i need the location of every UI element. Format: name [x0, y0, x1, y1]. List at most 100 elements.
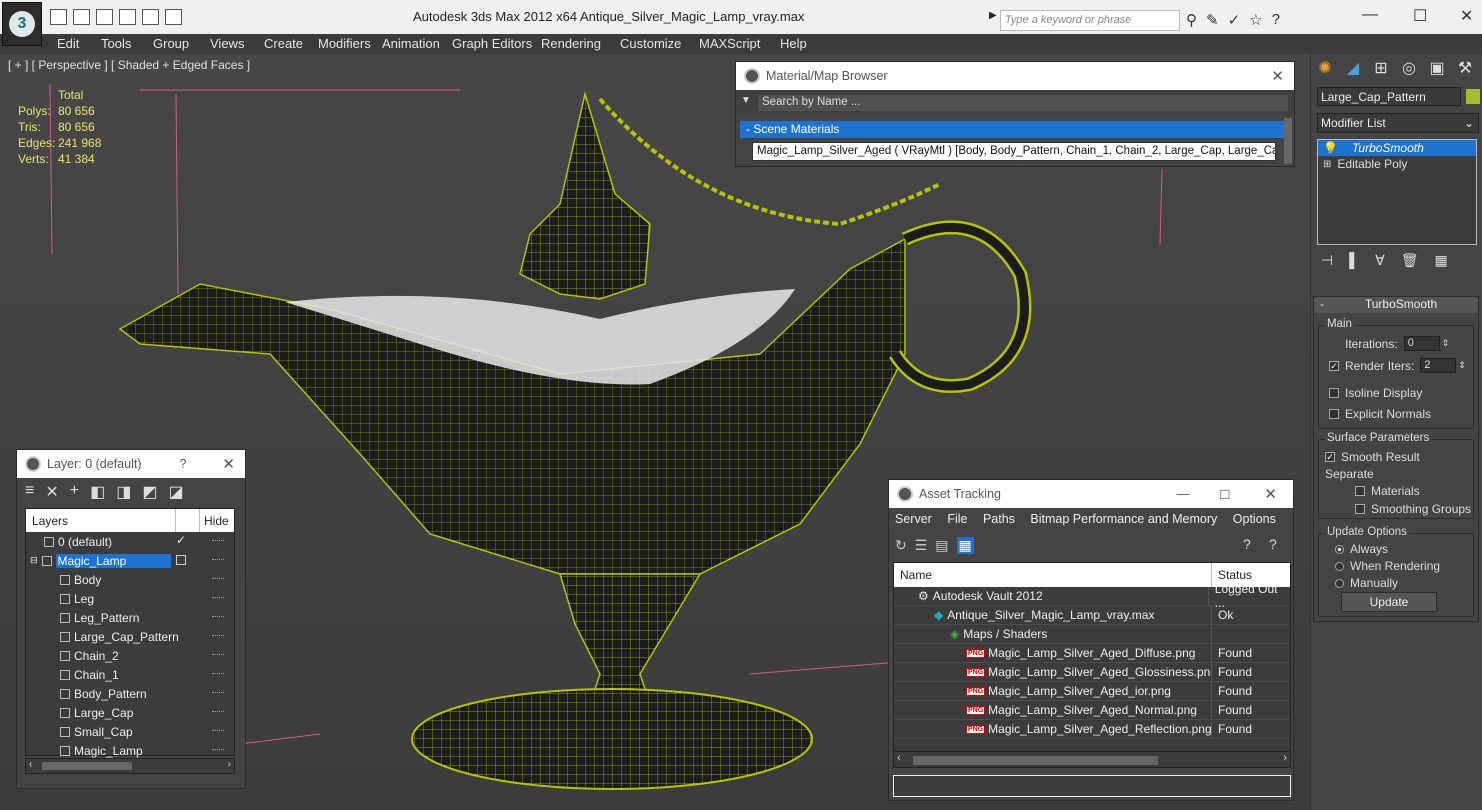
material-search-input[interactable]: Search by Name ...	[758, 95, 1288, 111]
hide-toggle[interactable]	[212, 749, 224, 752]
smooth-result-row[interactable]: ✓ Smooth Result	[1325, 450, 1420, 464]
viewport-label[interactable]: [ + ] [ Perspective ] [ Shaded + Edged F…	[8, 58, 250, 72]
manually-radio[interactable]	[1335, 578, 1344, 588]
asset-row[interactable]: ⚙ Autodesk Vault 2012 Logged Out ...	[894, 582, 1290, 610]
asset-menu-options[interactable]: Options	[1233, 512, 1276, 526]
project-icon[interactable]	[165, 9, 182, 25]
menu-help[interactable]: Help	[780, 36, 807, 51]
modifier-list-dropdown[interactable]: Modifier List ⌄	[1317, 113, 1479, 133]
options-dropdown-icon[interactable]: ▼	[741, 95, 751, 106]
menu-group[interactable]: Group	[153, 36, 189, 51]
menu-views[interactable]: Views	[210, 36, 244, 51]
maximize-icon[interactable]: ☐	[1219, 487, 1230, 502]
open-icon[interactable]	[50, 9, 67, 25]
hide-toggle[interactable]	[212, 673, 224, 676]
tree-view-icon[interactable]: ▤	[935, 537, 948, 554]
hide-toggle[interactable]	[212, 616, 224, 619]
menu-modifiers[interactable]: Modifiers	[318, 36, 371, 51]
layer-row-default[interactable]: 0 (default) ✓	[26, 532, 234, 551]
table-view-icon[interactable]: ▦	[956, 537, 974, 554]
hide-toggle[interactable]	[212, 711, 224, 714]
layer-object-row[interactable]: Body	[26, 570, 234, 589]
help-icon[interactable]: ?	[1243, 536, 1251, 552]
hide-toggle[interactable]	[212, 559, 224, 562]
iterations-spinner[interactable]: 0	[1403, 336, 1440, 351]
select-objects-icon[interactable]: ◧	[90, 482, 105, 502]
asset-menu-bitmap[interactable]: Bitmap Performance and Memory	[1030, 512, 1217, 526]
rollout-title[interactable]: - TurboSmooth	[1314, 297, 1478, 313]
layer-object-row[interactable]: Body_Pattern	[26, 684, 234, 703]
close-icon[interactable]: ✕	[1271, 67, 1284, 85]
maximize-button[interactable]: ☐	[1413, 6, 1427, 26]
spinner-arrows-icon[interactable]: ⇕	[1458, 360, 1466, 371]
list-view-icon[interactable]: ☰	[915, 537, 928, 554]
asset-hscrollbar[interactable]: ‹ ›	[893, 751, 1291, 768]
when-rendering-radio[interactable]	[1335, 561, 1344, 571]
save-icon[interactable]	[73, 9, 90, 25]
expand-icon[interactable]: ⊞	[1323, 159, 1331, 170]
explicit-normals-checkbox[interactable]	[1329, 409, 1339, 419]
scene-materials-group[interactable]: - Scene Materials	[740, 121, 1284, 138]
column-layers[interactable]: Layers	[26, 509, 176, 532]
stack-item-editable-poly[interactable]: ⊞ Editable Poly	[1318, 156, 1476, 172]
hide-toggle[interactable]	[212, 692, 224, 695]
create-tab-icon[interactable]: ✺	[1315, 58, 1335, 78]
asset-row[interactable]: PNG Magic_Lamp_Silver_Aged_Normal.png Foun…	[894, 701, 1290, 720]
close-icon[interactable]: ✕	[222, 455, 235, 473]
layer-row-magic-lamp[interactable]: ⊟ Magic_Lamp	[26, 551, 234, 570]
menu-rendering[interactable]: Rendering	[541, 36, 601, 51]
column-name[interactable]: Name	[894, 563, 1212, 587]
asset-menu-server[interactable]: Server	[895, 512, 932, 526]
minimize-button[interactable]: —	[1362, 6, 1378, 24]
help-button[interactable]: ?	[179, 457, 186, 471]
asset-menu-file[interactable]: File	[947, 512, 967, 526]
render-iters-spinner[interactable]: 2	[1420, 358, 1457, 373]
remove-modifier-icon[interactable]: 🗑	[1401, 252, 1419, 269]
display-tab-icon[interactable]: ▣	[1427, 58, 1447, 78]
freeze-all-icon[interactable]: ◪	[168, 482, 183, 502]
undo-icon[interactable]	[119, 9, 136, 25]
favorites-icon[interactable]: ☆	[1249, 11, 1262, 29]
utilities-tab-icon[interactable]: ⚒	[1455, 58, 1475, 78]
layer-object-row[interactable]: Large_Cap	[26, 703, 234, 722]
refresh-icon[interactable]: ↻	[895, 537, 907, 554]
help-icon[interactable]: ?	[1272, 11, 1280, 29]
asset-menu-paths[interactable]: Paths	[983, 512, 1015, 526]
layer-object-row[interactable]: Chain_2	[26, 646, 234, 665]
isoline-checkbox[interactable]	[1329, 388, 1339, 398]
tools-icon[interactable]: ✎	[1206, 11, 1219, 29]
redo-icon[interactable]	[142, 9, 159, 25]
asset-row[interactable]: ◆ Antique_Silver_Magic_Lamp_vray.max Ok	[894, 606, 1290, 625]
hide-all-icon[interactable]: ◩	[142, 482, 157, 502]
collapse-icon[interactable]: ⊟	[30, 555, 38, 566]
new-icon[interactable]	[96, 9, 113, 25]
smoothing-groups-checkbox[interactable]	[1355, 504, 1365, 514]
hide-toggle[interactable]	[212, 597, 224, 600]
close-icon[interactable]: ✕	[1264, 485, 1277, 503]
always-radio[interactable]	[1335, 544, 1344, 554]
modify-tab-icon[interactable]: ◢	[1343, 58, 1363, 78]
isoline-row[interactable]: Isoline Display	[1329, 386, 1422, 400]
make-current-box[interactable]	[176, 555, 186, 565]
show-end-result-icon[interactable]: ▌	[1349, 252, 1359, 269]
asset-row[interactable]: PNG Magic_Lamp_Silver_Aged_Reflection.png…	[894, 720, 1290, 739]
always-row[interactable]: Always	[1335, 542, 1388, 556]
smooth-result-checkbox[interactable]: ✓	[1325, 452, 1335, 462]
scroll-left-icon[interactable]: ‹	[29, 759, 32, 770]
menu-create[interactable]: Create	[264, 36, 303, 51]
scroll-thumb[interactable]	[42, 762, 132, 770]
menu-edit[interactable]: Edit	[57, 36, 79, 51]
hide-toggle[interactable]	[212, 540, 224, 543]
binoculars-icon[interactable]: ⚲	[1186, 11, 1197, 29]
hide-toggle[interactable]	[212, 654, 224, 657]
close-button[interactable]: ✕	[1460, 6, 1473, 26]
object-color-swatch[interactable]	[1466, 89, 1480, 104]
asset-path-field[interactable]	[893, 775, 1291, 797]
scroll-right-icon[interactable]: ›	[228, 759, 231, 770]
motion-tab-icon[interactable]: ◎	[1399, 58, 1419, 78]
scroll-thumb[interactable]	[913, 756, 1158, 765]
scroll-left-icon[interactable]: ‹	[897, 752, 901, 764]
menu-customize[interactable]: Customize	[620, 36, 681, 51]
layer-object-row[interactable]: Large_Cap_Pattern	[26, 627, 234, 646]
create-layer-icon[interactable]: ≡	[25, 482, 34, 502]
